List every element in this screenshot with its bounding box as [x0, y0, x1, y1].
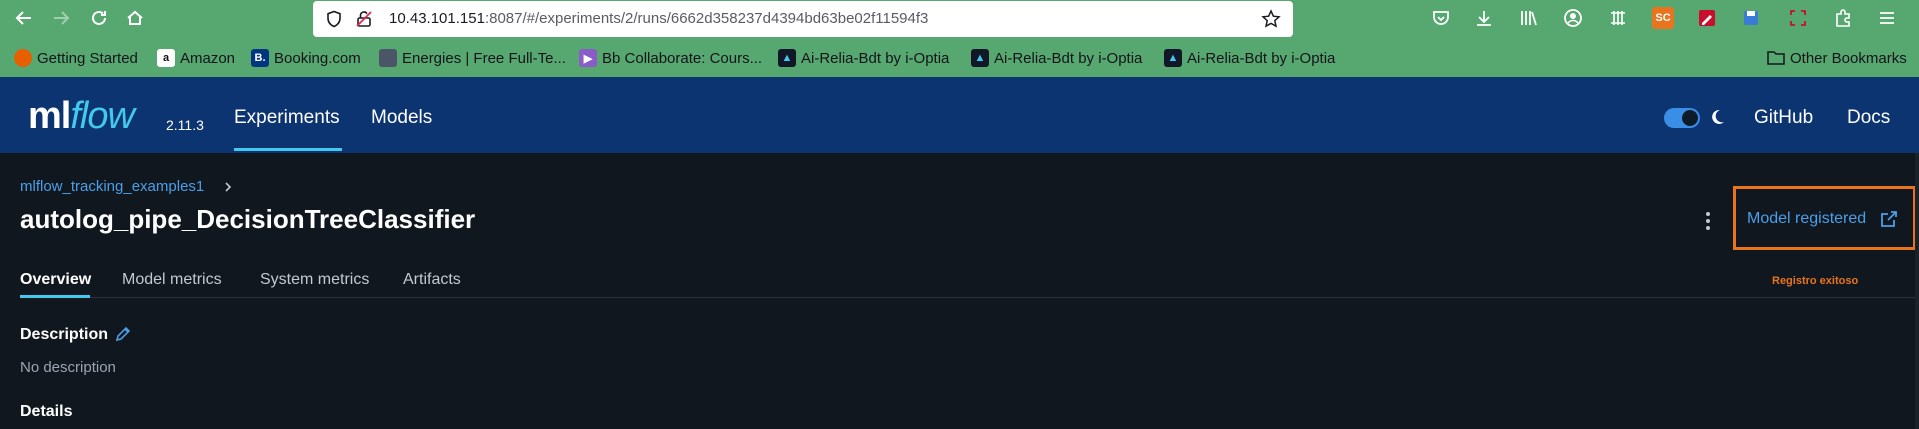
tracking-shield-icon[interactable]	[325, 10, 343, 28]
forward-button[interactable]	[48, 5, 74, 31]
bookmark-getting-started[interactable]: Getting Started	[14, 48, 138, 68]
app-menu-icon[interactable]	[1876, 7, 1898, 29]
bookmark-ioptia-3[interactable]: ▲ Ai-Relia-Bdt by i-Optia	[1164, 48, 1335, 68]
folder-icon	[1767, 51, 1785, 65]
bookmark-label: Booking.com	[274, 49, 361, 67]
home-button[interactable]	[122, 5, 148, 31]
url-host: 10.43.101.151	[389, 10, 485, 27]
bookmark-star-icon[interactable]	[1261, 9, 1281, 29]
bookmark-label: Ai-Relia-Bdt by i-Optia	[994, 49, 1143, 67]
bookmark-collaborate[interactable]: ▶ Bb Collaborate: Cours...	[579, 48, 762, 68]
tab-system-metrics[interactable]: System metrics	[260, 271, 369, 289]
firefox-icon	[14, 49, 32, 67]
version-label: 2.11.3	[166, 117, 204, 133]
dark-mode-toggle[interactable]	[1664, 108, 1700, 128]
nav-models[interactable]: Models	[371, 107, 432, 129]
amazon-icon: a	[157, 49, 175, 67]
account-icon[interactable]	[1562, 7, 1584, 29]
toggle-knob	[1682, 110, 1698, 126]
tab-model-metrics[interactable]: Model metrics	[122, 271, 222, 289]
insecure-lock-icon[interactable]	[355, 10, 373, 28]
bookmark-label: Ai-Relia-Bdt by i-Optia	[801, 49, 950, 67]
more-options-icon[interactable]	[1700, 210, 1716, 232]
address-bar[interactable]: 10.43.101.151:8087/#/experiments/2/runs/…	[313, 1, 1293, 37]
bookmark-ioptia-2[interactable]: ▲ Ai-Relia-Bdt by i-Optia	[971, 48, 1142, 68]
bookmark-booking[interactable]: B. Booking.com	[251, 48, 361, 68]
home-icon	[127, 10, 143, 25]
library-icon[interactable]	[1518, 7, 1540, 29]
annotation-label: Registro exitoso	[1772, 275, 1859, 287]
reload-icon	[92, 10, 106, 25]
browser-toolbar: 10.43.101.151:8087/#/experiments/2/runs/…	[0, 0, 1919, 37]
description-title: Description	[20, 326, 109, 343]
model-registered-link[interactable]: Model registered	[1747, 210, 1866, 228]
back-arrow-icon	[15, 11, 31, 25]
bookmark-label: Ai-Relia-Bdt by i-Optia	[1187, 49, 1336, 67]
reload-button[interactable]	[86, 5, 112, 31]
github-link[interactable]: GitHub	[1754, 107, 1813, 129]
docs-link[interactable]: Docs	[1847, 107, 1890, 129]
details-title: Details	[20, 403, 73, 420]
bookmark-label: Getting Started	[37, 49, 138, 67]
extension-sc-icon[interactable]: SC	[1652, 7, 1674, 29]
logo-flow: flow	[70, 95, 135, 137]
description-text: No description	[20, 359, 116, 376]
logo-ml: ml	[28, 95, 71, 137]
ioptia-icon: ▲	[778, 49, 796, 67]
external-link-icon[interactable]	[1879, 209, 1899, 229]
tab-artifacts[interactable]: Artifacts	[403, 271, 461, 289]
bookmark-energies[interactable]: Energies | Free Full-Te...	[379, 48, 566, 68]
breadcrumb-experiment[interactable]: mlflow_tracking_examples1	[20, 178, 204, 195]
nav-active-indicator	[234, 148, 342, 151]
ioptia-icon: ▲	[971, 49, 989, 67]
save-icon[interactable]	[1740, 7, 1762, 29]
bookmark-ioptia-1[interactable]: ▲ Ai-Relia-Bdt by i-Optia	[778, 48, 949, 68]
extensions-puzzle-icon[interactable]	[1832, 7, 1854, 29]
bookmark-label: Amazon	[180, 49, 236, 67]
back-button[interactable]	[11, 5, 37, 31]
page-scrollbar[interactable]	[1915, 153, 1919, 429]
forward-arrow-icon	[54, 11, 70, 25]
url-text[interactable]: 10.43.101.151:8087/#/experiments/2/runs/…	[389, 10, 928, 27]
other-bookmarks[interactable]: Other Bookmarks	[1767, 48, 1907, 68]
extension-pen-icon[interactable]	[1696, 7, 1718, 29]
moon-icon	[1712, 109, 1724, 124]
booking-icon: B.	[251, 49, 269, 67]
ioptia-icon: ▲	[1164, 49, 1182, 67]
tab-overview[interactable]: Overview	[20, 271, 91, 289]
mdpi-icon	[379, 49, 397, 67]
chevron-right-icon	[225, 182, 232, 192]
nav-experiments[interactable]: Experiments	[234, 107, 340, 129]
download-icon[interactable]	[1473, 7, 1495, 29]
collaborate-icon: ▶	[579, 49, 597, 67]
tab-active-indicator	[20, 295, 90, 298]
screenshot-icon[interactable]	[1787, 7, 1809, 29]
bookmarks-toolbar: Getting Started a Amazon B. Booking.com …	[0, 37, 1919, 77]
bookmark-label: Energies | Free Full-Te...	[402, 49, 566, 67]
bookmark-amazon[interactable]: a Amazon	[157, 48, 235, 68]
pocket-icon[interactable]	[1430, 7, 1452, 29]
tabs-divider	[20, 297, 1915, 298]
bookmark-label: Bb Collaborate: Cours...	[602, 49, 763, 67]
url-path: :8087/#/experiments/2/runs/6662d358237d4…	[484, 10, 929, 27]
other-bookmarks-label: Other Bookmarks	[1790, 49, 1907, 67]
extension-grid-icon[interactable]	[1607, 7, 1629, 29]
page-title: autolog_pipe_DecisionTreeClassifier	[20, 204, 476, 234]
edit-pencil-icon[interactable]	[114, 325, 132, 343]
mlflow-header: mlflow 2.11.3 Experiments Models GitHub …	[0, 77, 1919, 153]
mlflow-logo[interactable]: mlflow	[28, 95, 135, 138]
